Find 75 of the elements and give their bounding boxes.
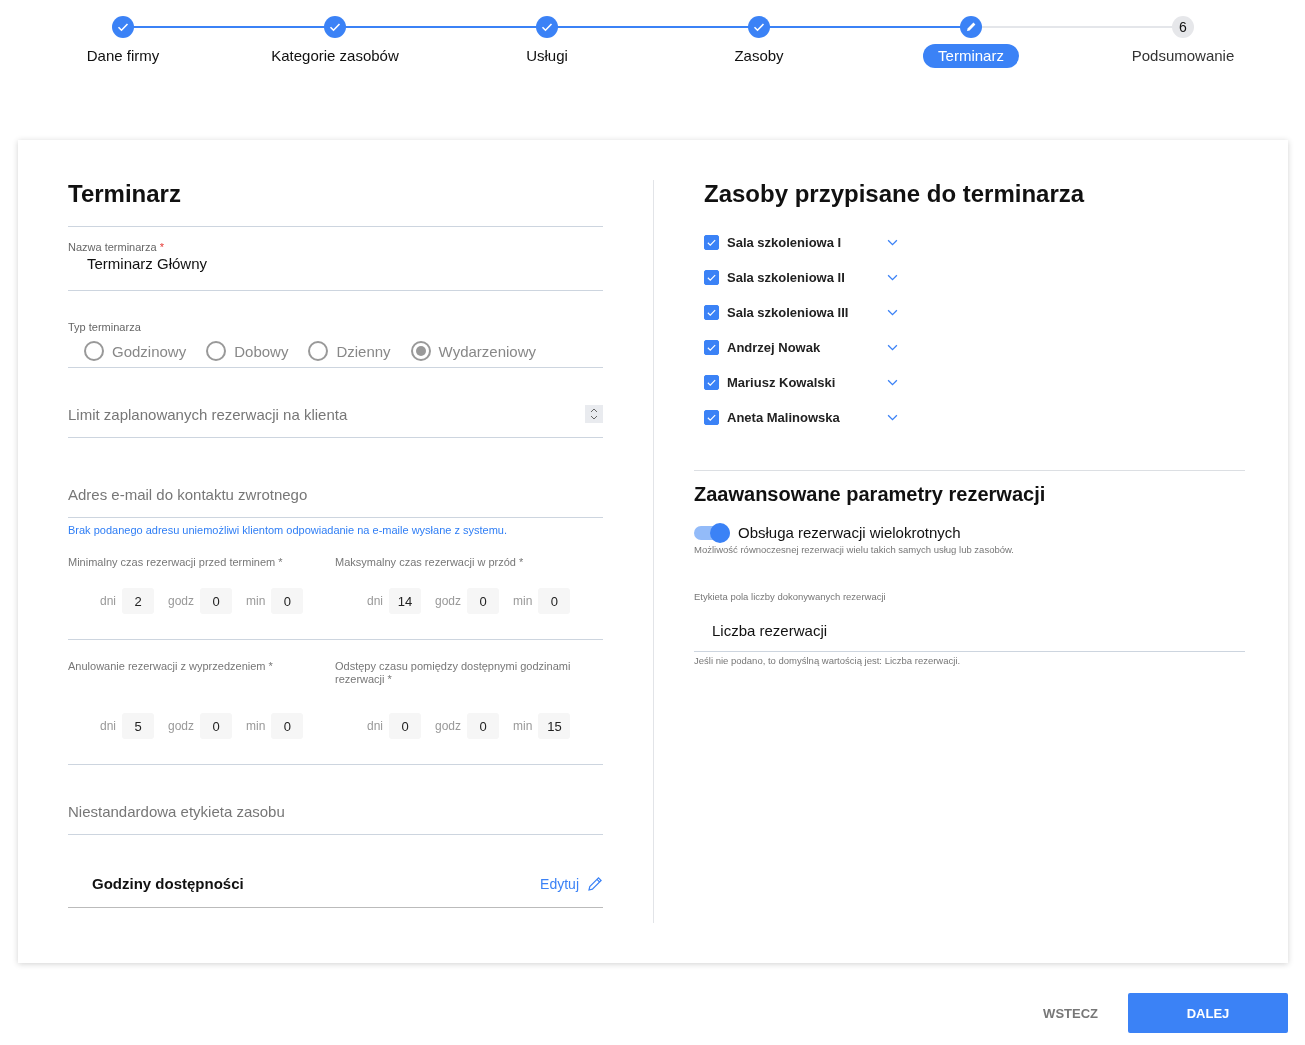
- chevron-down-icon[interactable]: [887, 238, 898, 246]
- number-input-field[interactable]: 0: [200, 713, 233, 739]
- name-input-field[interactable]: Terminarz Główny: [68, 253, 622, 290]
- field-label: Etykieta pola liczby dokonywanych rezerwacji: [694, 591, 887, 602]
- checkbox[interactable]: [704, 234, 719, 250]
- checkbox[interactable]: [704, 409, 719, 425]
- unit-label: dni: [100, 594, 116, 608]
- section-title: Zasoby przypisane do terminarza: [704, 180, 1086, 208]
- step-number: 6: [1172, 16, 1194, 38]
- number-input-field[interactable]: 15: [538, 713, 571, 739]
- step-label[interactable]: Podsumowanie: [1116, 44, 1250, 68]
- field-label: Maksymalny czas rezerwacji w przód *: [335, 556, 525, 570]
- edit-link[interactable]: Edytuj: [540, 875, 579, 892]
- unit-label: dni: [100, 719, 116, 733]
- step-label[interactable]: Zasoby: [719, 44, 799, 68]
- field-label: Odstępy czasu pomiędzy dostępnymi godzinami rezerwacji *: [335, 660, 572, 686]
- resource-name: Sala szkoleniowa I: [727, 234, 843, 250]
- field-label: Anulowanie rezerwacji z wyprzedzeniem *: [68, 660, 274, 674]
- spinner-icon[interactable]: [585, 405, 603, 423]
- section-title: Terminarz: [68, 180, 182, 208]
- unit-label: dni: [367, 719, 383, 733]
- checkbox[interactable]: [704, 374, 719, 390]
- number-input-field[interactable]: 0: [467, 588, 500, 614]
- limit-input-field[interactable]: Limit zaplanowanych rezerwacji na klienta: [68, 404, 585, 437]
- section-label: Godziny dostępności: [92, 875, 245, 892]
- number-input-field[interactable]: 2: [122, 588, 154, 614]
- unit-label: min: [513, 594, 533, 608]
- unit-label: min: [246, 594, 266, 608]
- hint-text: Brak podanego adresu uniemożliwi klientom odpowiadanie na e-maile wysłane z systemu.: [68, 524, 508, 536]
- step-label[interactable]: Kategorie zasobów: [256, 44, 414, 68]
- step-label[interactable]: Usługi: [511, 44, 583, 68]
- number-input-field[interactable]: 0: [271, 713, 304, 739]
- section-title: Zaawansowane parametry rezerwacji: [694, 483, 1047, 506]
- chevron-down-icon[interactable]: [887, 378, 898, 386]
- number-input-field[interactable]: 0: [389, 713, 421, 739]
- unit-label: dni: [367, 594, 383, 608]
- resource-name: Andrzej Nowak: [727, 339, 822, 355]
- description-text: Możliwość równoczesnej rezerwacji wielu takich samych usług lub zasobów.: [694, 544, 1015, 555]
- pencil-icon[interactable]: [587, 875, 603, 892]
- field-label: Minimalny czas rezerwacji przed terminem *: [68, 556, 284, 570]
- checkbox[interactable]: [704, 269, 719, 285]
- resource-name: Sala szkoleniowa II: [727, 269, 846, 285]
- resource-name: Mariusz Kowalski: [727, 374, 837, 390]
- step-label[interactable]: Terminarz: [923, 44, 1019, 68]
- unit-label: godz: [435, 594, 462, 608]
- next-button[interactable]: DALEJ: [1128, 993, 1288, 1033]
- resource-name: Aneta Malinowska: [727, 409, 841, 425]
- checkbox[interactable]: [704, 304, 719, 320]
- number-input-field[interactable]: 0: [200, 588, 233, 614]
- unit-label: min: [513, 719, 533, 733]
- chevron-down-icon[interactable]: [887, 273, 898, 281]
- unit-label: godz: [435, 719, 462, 733]
- label-input-field[interactable]: Niestandardowa etykieta zasobu: [68, 801, 603, 834]
- toggle-label: Obsługa rezerwacji wielokrotnych: [738, 524, 961, 541]
- resource-name: Sala szkoleniowa III: [727, 304, 850, 320]
- hint-text: Jeśli nie podano, to domyślną wartością jest: Liczba rezerwacji.: [694, 655, 962, 666]
- step-label[interactable]: Dane firmy: [71, 44, 175, 68]
- number-input-field[interactable]: 5: [122, 713, 154, 739]
- chevron-down-icon[interactable]: [887, 343, 898, 351]
- field-label: Typ terminarza: [68, 321, 142, 333]
- field-label: Nazwa terminarza *: [68, 241, 165, 253]
- number-input-field[interactable]: 0: [467, 713, 500, 739]
- unit-label: min: [246, 719, 266, 733]
- unit-label: godz: [168, 594, 195, 608]
- number-input-field[interactable]: 0: [271, 588, 304, 614]
- checkbox[interactable]: [704, 339, 719, 355]
- chevron-down-icon[interactable]: [887, 413, 898, 421]
- number-input-field[interactable]: 14: [389, 588, 421, 614]
- toggle-switch[interactable]: [694, 525, 730, 540]
- number-input-field[interactable]: 0: [538, 588, 571, 614]
- unit-label: godz: [168, 719, 195, 733]
- chevron-down-icon[interactable]: [887, 308, 898, 316]
- email-input-field[interactable]: Adres e-mail do kontaktu zwrotnego: [68, 474, 603, 517]
- back-button[interactable]: WSTECZ: [1033, 995, 1108, 1031]
- count-label-input-field[interactable]: Liczba rezerwacji: [694, 620, 1263, 651]
